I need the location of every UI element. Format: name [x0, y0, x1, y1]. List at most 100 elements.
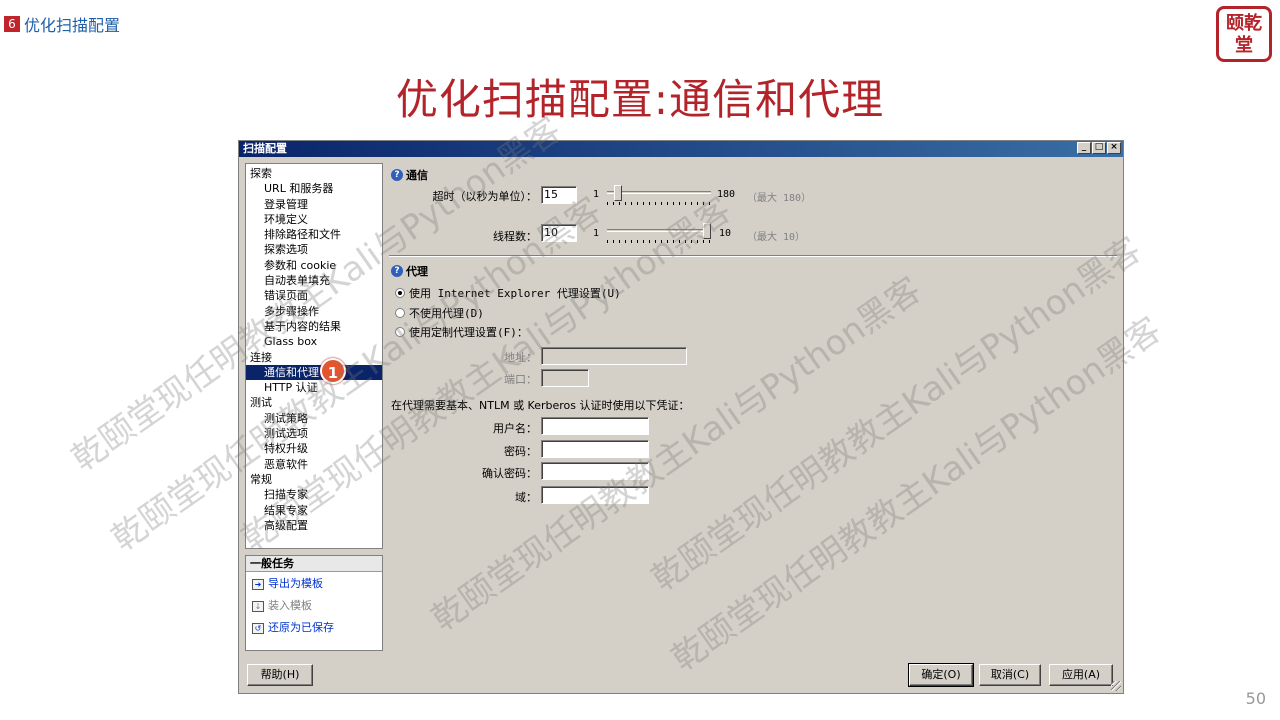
cancel-button[interactable]: 取消(C) [979, 664, 1041, 686]
restore-icon: ↺ [252, 622, 264, 634]
threads-label: 线程数： [493, 230, 537, 243]
proxy-option-none[interactable]: 不使用代理(D) [395, 305, 484, 321]
threads-max-note: （最大 10） [747, 232, 806, 243]
username-input[interactable] [541, 417, 649, 435]
nav-item[interactable]: 结果专家 [246, 503, 382, 518]
nav-item[interactable]: Glass box [246, 334, 382, 349]
export-template-link[interactable]: ➜ 导出为模板 [246, 574, 382, 594]
domain-input[interactable] [541, 486, 649, 504]
address-input [541, 347, 687, 365]
threads-input[interactable]: 10 [541, 224, 577, 242]
help-icon: ? [391, 265, 403, 277]
proxy-option-custom[interactable]: 使用定制代理设置(F)： [395, 324, 528, 340]
proxy-option-custom-label: 使用定制代理设置(F)： [409, 326, 528, 339]
nav-item[interactable]: 错误页面 [246, 288, 382, 303]
config-nav-tree[interactable]: 探索 URL 和服务器 登录管理 环境定义 排除路径和文件 探索选项 参数和 cookie 自… [245, 163, 383, 549]
load-template-label: 装入模板 [268, 599, 312, 612]
brand-logo: 颐乾 堂 [1216, 6, 1272, 62]
proxy-heading-label: 代理 [406, 265, 428, 278]
nav-item[interactable]: 高级配置 [246, 518, 382, 533]
timeout-slider-thumb[interactable] [614, 185, 622, 201]
nav-item[interactable]: 通信和代理 [246, 364, 382, 381]
confirm-password-input[interactable] [541, 462, 649, 480]
nav-item[interactable]: HTTP 认证 [246, 380, 382, 395]
slide: 6 优化扫描配置 颐乾 堂 优化扫描配置:通信和代理 扫描配置 _ □ × 探索… [0, 0, 1280, 720]
timeout-min: 1 [593, 189, 600, 200]
maximize-button[interactable]: □ [1092, 142, 1106, 154]
nav-item[interactable]: 特权升级 [246, 441, 382, 456]
export-icon: ➜ [252, 578, 264, 590]
restore-saved-label: 还原为已保存 [268, 621, 334, 634]
close-button[interactable]: × [1107, 142, 1121, 154]
nav-item[interactable]: 参数和 cookie [246, 258, 382, 273]
scan-config-dialog: 扫描配置 _ □ × 探索 URL 和服务器 登录管理 环境定义 排除路径和文件 探索选项… [238, 140, 1124, 694]
nav-item[interactable]: 测试选项 [246, 426, 382, 441]
nav-item[interactable]: URL 和服务器 [246, 181, 382, 196]
nav-category[interactable]: 连接 [246, 350, 382, 365]
port-label: 端口： [504, 373, 537, 386]
nav-item[interactable]: 多步骤操作 [246, 304, 382, 319]
logo-line-2: 堂 [1235, 35, 1253, 56]
port-input [541, 369, 589, 387]
ok-button[interactable]: 确定(O) [908, 663, 974, 687]
step-callout: 1 [320, 358, 346, 384]
section-tag: 6 优化扫描配置 [4, 12, 120, 36]
nav-item[interactable]: 扫描专家 [246, 487, 382, 502]
nav-item[interactable]: 自动表单填充 [246, 273, 382, 288]
comm-heading: ? 通信 [391, 167, 428, 183]
nav-category[interactable]: 常规 [246, 472, 382, 487]
apply-button[interactable]: 应用(A) [1049, 664, 1113, 686]
threads-min: 1 [593, 228, 600, 239]
nav-item[interactable]: 测试策略 [246, 411, 382, 426]
threads-slider-thumb[interactable] [703, 223, 711, 239]
credentials-note: 在代理需要基本、NTLM 或 Kerberos 认证时使用以下凭证： [391, 399, 690, 412]
help-icon: ? [391, 169, 403, 181]
resize-grip[interactable] [1111, 681, 1121, 691]
username-label: 用户名： [493, 422, 537, 435]
proxy-option-ie-label: 使用 Internet Explorer 代理设置(U) [409, 287, 621, 300]
timeout-slider[interactable] [607, 185, 711, 207]
radio-none[interactable] [395, 308, 405, 318]
address-label: 地址： [504, 351, 537, 364]
nav-category[interactable]: 探索 [246, 166, 382, 181]
timeout-input[interactable]: 15 [541, 186, 577, 204]
timeout-max-note: （最大 180） [747, 193, 812, 204]
confirm-password-label: 确认密码： [482, 467, 537, 480]
radio-custom[interactable] [395, 327, 405, 337]
general-tasks-panel: 一般任务 ➜ 导出为模板 ↓ 装入模板 ↺ 还原为已保存 [245, 555, 383, 651]
domain-label: 域： [515, 491, 537, 504]
nav-item[interactable]: 基于内容的结果 [246, 319, 382, 334]
password-input[interactable] [541, 440, 649, 458]
nav-item[interactable]: 排除路径和文件 [246, 227, 382, 242]
restore-saved-link[interactable]: ↺ 还原为已保存 [246, 618, 382, 638]
timeout-label: 超时（以秒为单位）： [432, 190, 538, 203]
threads-max: 10 [719, 228, 732, 239]
password-label: 密码： [504, 445, 537, 458]
export-template-label: 导出为模板 [268, 577, 323, 590]
threads-slider[interactable] [607, 223, 711, 245]
nav-category[interactable]: 测试 [246, 395, 382, 410]
section-number: 6 [4, 16, 20, 32]
minimize-button[interactable]: _ [1077, 142, 1091, 154]
slide-title: 优化扫描配置:通信和代理 [395, 75, 885, 124]
dialog-title: 扫描配置 [243, 142, 287, 155]
proxy-option-none-label: 不使用代理(D) [409, 307, 484, 320]
proxy-heading: ? 代理 [391, 263, 428, 279]
radio-ie[interactable] [395, 288, 405, 298]
page-number: 50 [1245, 689, 1266, 708]
nav-item[interactable]: 登录管理 [246, 197, 382, 212]
nav-item[interactable]: 环境定义 [246, 212, 382, 227]
nav-item[interactable]: 探索选项 [246, 242, 382, 257]
proxy-option-ie[interactable]: 使用 Internet Explorer 代理设置(U) [395, 285, 621, 301]
tasks-heading: 一般任务 [246, 556, 382, 572]
section-label: 优化扫描配置 [24, 16, 121, 35]
timeout-max: 180 [717, 189, 736, 200]
logo-line-1: 颐乾 [1226, 13, 1262, 34]
dialog-titlebar: 扫描配置 _ □ × [239, 141, 1123, 157]
help-button[interactable]: 帮助(H) [247, 664, 313, 686]
section-divider [389, 255, 1117, 257]
comm-heading-label: 通信 [406, 169, 428, 182]
load-template-link: ↓ 装入模板 [246, 596, 382, 616]
nav-item[interactable]: 恶意软件 [246, 457, 382, 472]
load-icon: ↓ [252, 600, 264, 612]
